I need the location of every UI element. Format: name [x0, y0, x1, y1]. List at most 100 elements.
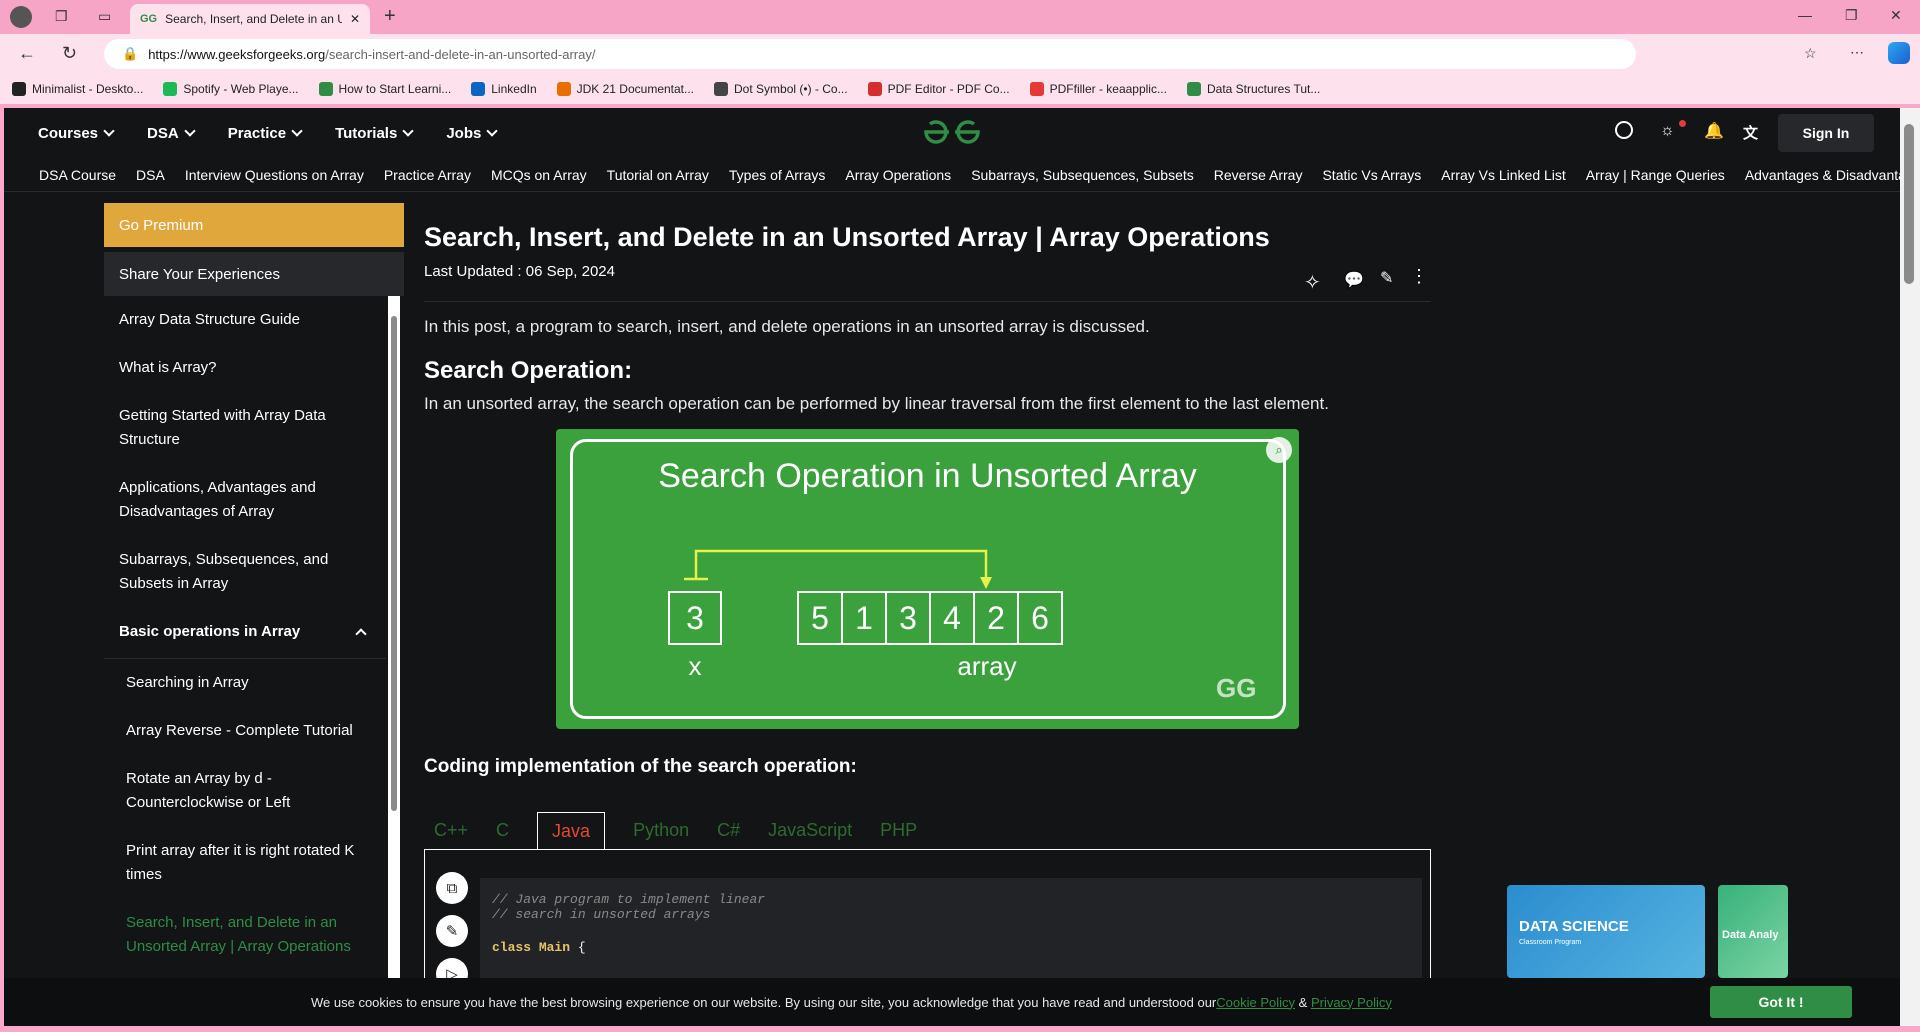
more-options-icon[interactable]: ⋮	[1410, 266, 1428, 287]
refresh-icon[interactable]: ↻	[62, 43, 77, 64]
bookmark-item[interactable]: PDFfiller - keaapplic...	[1029, 82, 1167, 96]
bell-icon[interactable]: 🔔	[1704, 121, 1724, 141]
url-path: /search-insert-and-delete-in-an-unsorted…	[325, 46, 596, 62]
code-heading: Coding implementation of the search oper…	[424, 756, 857, 777]
browser-tab[interactable]: GG Search, Insert, and Delete in an Unso…	[130, 4, 370, 34]
share-experiences-link[interactable]: Share Your Experiences	[104, 252, 404, 296]
gfg-logo[interactable]	[922, 117, 982, 147]
subnav-link[interactable]: MCQs on Array	[491, 167, 587, 183]
code-tab[interactable]: C++	[434, 820, 468, 850]
subnav-link[interactable]: Subarrays, Subsequences, Subsets	[971, 167, 1194, 183]
collections-icon[interactable]: ❐	[55, 8, 68, 25]
sidebar-subitem[interactable]: Search, Insert, and Delete in an Unsorte…	[104, 899, 386, 971]
settings-menu-icon[interactable]: ⋯	[1850, 44, 1864, 61]
sidebar-item[interactable]: Getting Started with Array Data Structur…	[104, 392, 386, 464]
array-cell: 3	[885, 591, 931, 645]
subnav-link[interactable]: Array Vs Linked List	[1441, 167, 1566, 183]
bookmark-item[interactable]: How to Start Learni...	[318, 82, 451, 96]
bookmark-item[interactable]: Minimalist - Deskto...	[12, 82, 143, 96]
ai-sparkle-icon[interactable]: ✧	[1304, 270, 1321, 295]
nav-dsa[interactable]: DSA	[147, 125, 196, 142]
sign-in-button[interactable]: Sign In	[1778, 114, 1874, 152]
subnav-link[interactable]: Reverse Array	[1214, 167, 1303, 183]
data-analytics-ad[interactable]: Data Analy	[1718, 885, 1788, 978]
code-class-name: Main	[538, 940, 571, 955]
sidebar-item[interactable]: What is Array?	[104, 344, 386, 392]
sidebar-subitem[interactable]: Rotate an Array by d - Counterclockwise …	[104, 755, 386, 827]
restore-icon[interactable]: ❐	[1845, 7, 1858, 24]
nav-label: Jobs	[446, 124, 482, 142]
sidebar-subitem[interactable]: Searching in Array	[104, 659, 386, 707]
subnav-link[interactable]: Types of Arrays	[729, 167, 825, 183]
search-operation-figure: Search Operation in Unsorted Array 3 x 5…	[556, 429, 1299, 729]
subnav-link[interactable]: DSA	[136, 167, 165, 183]
bookmark-label: Data Structures Tut...	[1206, 82, 1321, 96]
code-tab[interactable]: C	[496, 820, 509, 850]
got-it-button[interactable]: Got It !	[1710, 986, 1852, 1018]
image-search-icon[interactable]: ⌕	[1266, 437, 1292, 463]
chevron-up-icon[interactable]	[355, 628, 367, 640]
profile-icon[interactable]	[10, 6, 32, 28]
back-icon[interactable]: ←	[18, 43, 36, 64]
copilot-icon[interactable]	[1888, 42, 1910, 64]
comment-icon[interactable]: 💬	[1344, 270, 1364, 290]
bookmark-label: Spotify - Web Playe...	[183, 82, 299, 96]
nav-tutorials[interactable]: Tutorials	[335, 125, 414, 142]
code-tab[interactable]: PHP	[880, 820, 917, 850]
bookmark-item[interactable]: JDK 21 Documentat...	[556, 82, 695, 96]
bookmark-favicon-icon	[556, 82, 571, 96]
translate-icon[interactable]: 文	[1743, 122, 1758, 143]
subnav-link[interactable]: DSA Course	[39, 167, 116, 183]
close-window-icon[interactable]: ✕	[1890, 7, 1902, 24]
favorites-icon[interactable]: ☆	[1804, 45, 1817, 62]
sidebar-item[interactable]: Array Data Structure Guide	[104, 296, 386, 344]
code-tab[interactable]: JavaScript	[768, 820, 852, 850]
subnav-link[interactable]: Array | Range Queries	[1586, 167, 1725, 183]
url-input[interactable]: 🔒 https://www.geeksforgeeks.org/search-i…	[104, 39, 1636, 69]
bookmark-item[interactable]: PDF Editor - PDF Co...	[867, 82, 1010, 96]
subnav-link[interactable]: Array Operations	[845, 167, 951, 183]
code-tab[interactable]: C#	[717, 820, 740, 850]
code-tab[interactable]: Java	[537, 812, 606, 850]
theme-toggle-icon[interactable]: ☼	[1660, 122, 1675, 140]
minimize-icon[interactable]: —	[1798, 7, 1812, 23]
sidebar-item[interactable]: Applications, Advantages and Disadvantag…	[104, 464, 386, 536]
sidebar-list: Array Data Structure Guide What is Array?…	[104, 296, 386, 971]
code-editor[interactable]: // Java program to implement linear // s…	[480, 878, 1422, 979]
nav-jobs[interactable]: Jobs	[446, 124, 498, 142]
bookmark-item[interactable]: LinkedIn	[471, 82, 537, 96]
nav-courses[interactable]: Courses	[38, 125, 115, 142]
go-premium-button[interactable]: Go Premium	[104, 203, 404, 247]
bookmark-item[interactable]: Dot Symbol (•) - Co...	[714, 82, 848, 96]
new-tab-icon[interactable]: +	[384, 5, 396, 28]
search-icon[interactable]	[1615, 121, 1633, 139]
subnav-link[interactable]: Tutorial on Array	[607, 167, 709, 183]
copy-icon[interactable]: ⧉	[436, 872, 468, 904]
array-cell: 2	[973, 591, 1019, 645]
sidebar-item[interactable]: Subarrays, Subsequences, and Subsets in …	[104, 536, 386, 608]
subnav-link[interactable]: Advantages & Disadvantages	[1745, 167, 1920, 183]
chevron-down-icon	[486, 125, 498, 137]
subnav-link[interactable]: Practice Array	[384, 167, 471, 183]
search-arrow	[684, 549, 992, 589]
subnav-link[interactable]: Static Vs Arrays	[1322, 167, 1421, 183]
data-science-ad[interactable]: DATA SCIENCE Classroom Program	[1507, 885, 1705, 978]
close-tab-icon[interactable]: ✕	[350, 12, 360, 26]
nav-practice[interactable]: Practice	[228, 125, 303, 142]
bookmark-item[interactable]: Data Structures Tut...	[1186, 82, 1321, 96]
sidebar-section-basic-operations[interactable]: Basic operations in Array	[104, 608, 386, 659]
privacy-policy-link[interactable]: Privacy Policy	[1311, 995, 1392, 1010]
subnav-link[interactable]: Interview Questions on Array	[185, 167, 364, 183]
sidebar-subitem[interactable]: Print array after it is right rotated K …	[104, 827, 386, 899]
tab-actions-icon[interactable]: ▭	[98, 8, 111, 25]
code-tab[interactable]: Python	[633, 820, 689, 850]
bookmark-item[interactable]: Spotify - Web Playe...	[163, 82, 299, 96]
sidebar-subitem[interactable]: Array Reverse - Complete Tutorial	[104, 707, 386, 755]
bookmark-label: JDK 21 Documentat...	[576, 82, 695, 96]
edit-icon[interactable]: ✎	[1380, 268, 1393, 288]
x-label: x	[688, 651, 702, 681]
cookie-policy-link[interactable]: Cookie Policy	[1216, 995, 1295, 1010]
page-scroll-thumb[interactable]	[1904, 124, 1914, 284]
edit-code-icon[interactable]: ✎	[436, 915, 468, 947]
sidebar-scroll-thumb[interactable]	[391, 316, 397, 811]
